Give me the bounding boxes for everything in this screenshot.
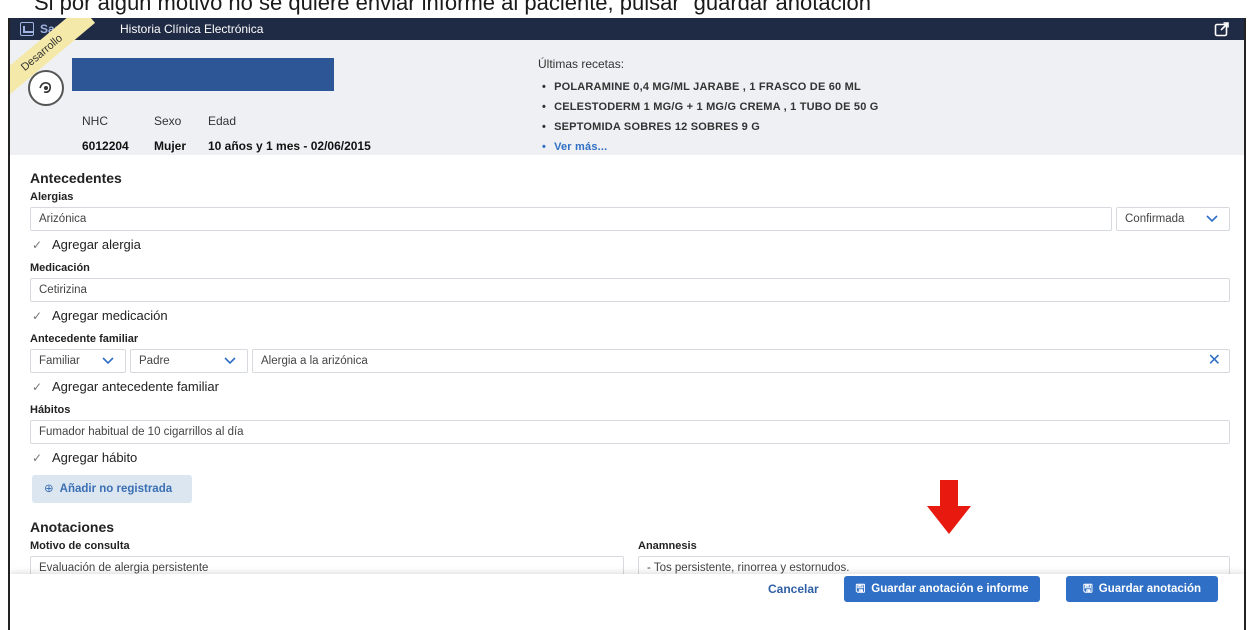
family-history-input[interactable]: Alergia a la arizónica ✕ [252, 349, 1230, 373]
nhc-label: NHC [82, 114, 108, 128]
save-annotation-button[interactable]: 🖫 Guardar anotación [1066, 576, 1218, 602]
chevron-down-icon [1206, 215, 1218, 223]
add-allergy-label: Agregar alergia [52, 237, 141, 252]
recipes-list: POLARAMINE 0,4 MG/ML JARABE , 1 FRASCO D… [542, 77, 879, 157]
save-annotation-label: Guardar anotación [1098, 583, 1202, 595]
arrow-down-icon [927, 480, 971, 534]
clear-icon[interactable]: ✕ [1208, 352, 1221, 370]
age-value: 10 años y 1 mes - 02/06/2015 [208, 139, 371, 153]
save-icon: 🖫 [855, 583, 866, 595]
check-icon: ✓ [32, 451, 43, 465]
family-relation-select[interactable]: Padre [130, 349, 248, 373]
recipe-item: CELESTODERM 1 MG/G + 1 MG/G CREMA , 1 TU… [542, 97, 879, 117]
patient-header: NHC Sexo Edad 6012204 Mujer 10 años y 1 … [10, 40, 1244, 155]
avatar [28, 70, 64, 106]
recipe-item: SEPTOMIDA SOBRES 12 SOBRES 9 G [542, 117, 879, 137]
nhc-value: 6012204 [82, 139, 129, 153]
chevron-down-icon [224, 357, 236, 365]
sex-label: Sexo [154, 114, 182, 128]
plus-circle-icon: ⊕ [44, 483, 54, 495]
medication-label: Medicación [30, 262, 90, 274]
allergy-status-select[interactable]: Confirmada [1116, 207, 1230, 231]
save-annotation-report-button[interactable]: 🖫 Guardar anotación e informe [844, 576, 1040, 602]
family-history-label: Antecedente familiar [30, 333, 139, 345]
add-habit-check[interactable]: ✓ Agregar hábito [32, 450, 137, 465]
add-allergy-check[interactable]: ✓ Agregar alergia [32, 237, 141, 252]
add-habit-label: Agregar hábito [52, 450, 138, 465]
family-history-value: Alergia a la arizónica [261, 355, 368, 367]
add-medication-check[interactable]: ✓ Agregar medicación [32, 308, 168, 323]
age-label: Edad [208, 114, 237, 128]
see-more-link[interactable]: Ver más... [542, 137, 879, 157]
check-icon: ✓ [32, 380, 43, 394]
add-family-history-label: Agregar antecedente familiar [52, 379, 219, 394]
patient-name-redacted [72, 58, 334, 91]
cancel-button[interactable]: Cancelar [768, 582, 819, 596]
action-footer: Cancelar 🖫 Guardar anotación e informe 🖫 G… [10, 574, 1244, 630]
top-bar: Sanitas Historia Clínica Electrónica [10, 18, 1244, 40]
allergy-status-value: Confirmada [1125, 213, 1185, 225]
allergy-input[interactable]: Arizónica [30, 207, 1112, 231]
reason-label: Motivo de consulta [30, 540, 130, 552]
medication-input[interactable]: Cetirizina [30, 278, 1230, 302]
add-unregistered-button[interactable]: ⊕ Añadir no registrada [32, 475, 192, 503]
save-annotation-report-label: Guardar anotación e informe [871, 583, 1029, 595]
add-family-history-check[interactable]: ✓ Agregar antecedente familiar [32, 379, 219, 394]
recipe-item: POLARAMINE 0,4 MG/ML JARABE , 1 FRASCO D… [542, 77, 879, 97]
anotaciones-title: Anotaciones [30, 519, 115, 535]
habits-label: Hábitos [30, 404, 71, 416]
app-logo-icon [20, 22, 34, 36]
save-icon: 🖫 [1082, 583, 1093, 595]
add-unregistered-label: Añadir no registrada [59, 483, 173, 495]
antecedentes-title: Antecedentes [30, 170, 122, 186]
exit-icon[interactable] [1214, 21, 1230, 37]
patient-avatar-icon [39, 82, 51, 93]
family-relation-value: Padre [139, 355, 170, 367]
check-icon: ✓ [32, 309, 43, 323]
recipes-title: Últimas recetas: [538, 57, 625, 71]
instruction-caption: Si por algún motivo no se quiere enviar … [34, 0, 879, 15]
app-title: Historia Clínica Electrónica [120, 22, 264, 36]
anamnesis-label: Anamnesis [638, 540, 697, 552]
app-window: Sanitas Historia Clínica Electrónica Des… [8, 18, 1246, 630]
chevron-down-icon [102, 357, 114, 365]
family-type-select[interactable]: Familiar [30, 349, 126, 373]
sex-value: Mujer [154, 139, 187, 153]
habits-input[interactable]: Fumador habitual de 10 cigarrillos al dí… [30, 420, 1230, 444]
add-medication-label: Agregar medicación [52, 308, 168, 323]
family-type-value: Familiar [39, 355, 80, 367]
check-icon: ✓ [32, 238, 43, 252]
allergies-label: Alergias [30, 191, 74, 203]
